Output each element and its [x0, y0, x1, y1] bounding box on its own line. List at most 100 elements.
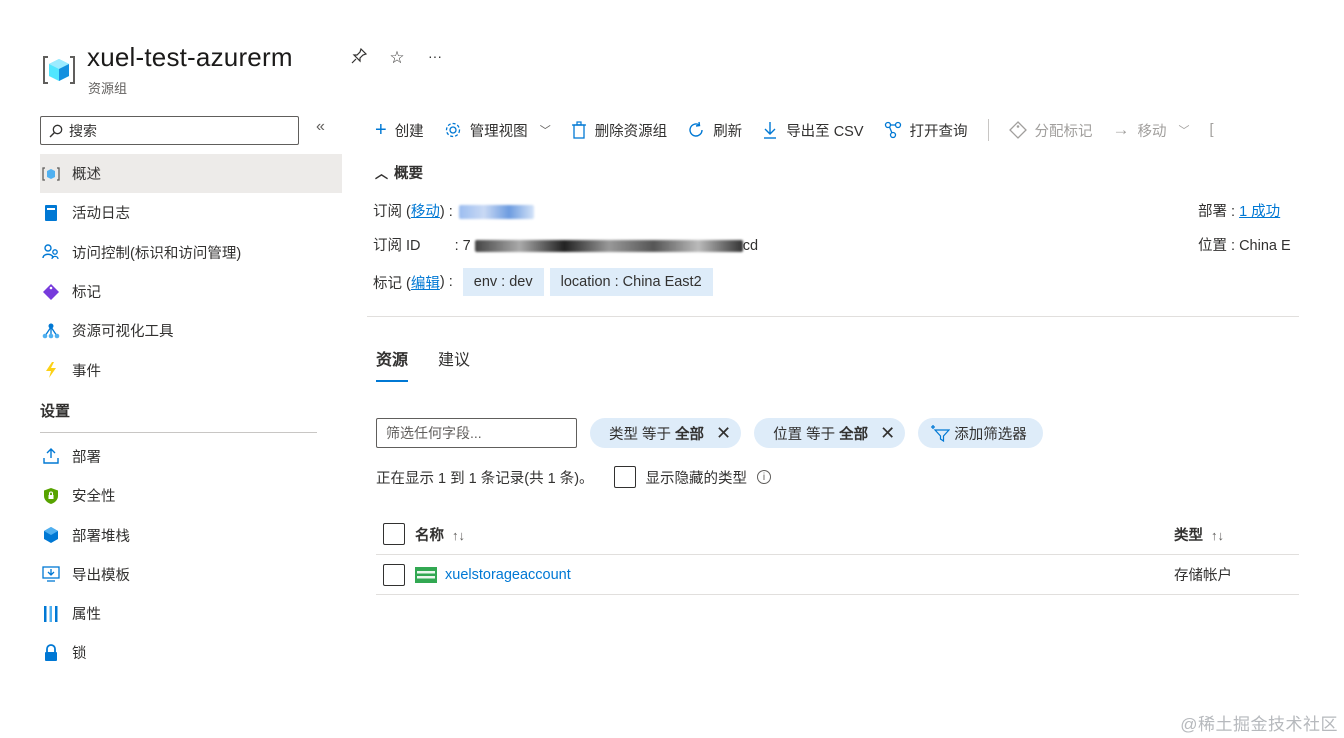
info-icon[interactable]: i	[757, 470, 772, 484]
plus-icon: +	[375, 118, 387, 141]
filter-input[interactable]: 筛选任何字段...	[376, 418, 577, 448]
sidebar-search-input[interactable]: 搜索	[40, 116, 299, 145]
refresh-icon	[689, 121, 703, 137]
sidebar-item-label: 活动日志	[72, 206, 130, 223]
row-checkbox[interactable]	[383, 563, 405, 586]
sidebar-item-visualizer[interactable]: 资源可视化工具	[40, 311, 342, 350]
sidebar-item-access-control[interactable]: 访问控制(标识和访问管理)	[40, 233, 342, 272]
section-divider	[40, 431, 317, 433]
gear-icon	[445, 122, 460, 138]
filter-bar: 筛选任何字段... 类型 等于 全部 ✕ 位置 等于 全部 ✕ 添加筛选器	[376, 418, 1043, 448]
tag-chip: env : dev	[462, 268, 544, 296]
search-placeholder: 搜索	[69, 122, 97, 139]
resources-table: 名称 ↑↓ 类型 ↑↓ xuelstorageaccount 存储帐户	[376, 514, 1299, 595]
more-commands-icon[interactable]: [	[1210, 122, 1214, 138]
manage-view-button[interactable]: 管理视图 ﹀	[444, 120, 551, 141]
search-icon	[49, 124, 63, 137]
column-header-name[interactable]: 名称 ↑↓	[415, 524, 465, 545]
location-row: 位置 : China E	[1198, 238, 1291, 254]
refresh-button[interactable]: 刷新	[687, 120, 742, 141]
move-button[interactable]: → 移动 ﹀	[1113, 120, 1190, 141]
sort-icon: ↑↓	[452, 527, 465, 543]
records-summary: 正在显示 1 到 1 条记录(共 1 条)。	[376, 470, 594, 487]
resource-tabs: 资源 建议	[376, 346, 470, 382]
sidebar-item-export-template[interactable]: 导出模板	[40, 555, 342, 594]
table-row: xuelstorageaccount 存储帐户	[376, 555, 1299, 595]
sidebar-item-label: 访问控制(标识和访问管理)	[72, 245, 242, 262]
blade-header: xuel-test-azurerm 资源组 ☆ ···	[40, 40, 1299, 100]
create-button[interactable]: + 创建	[375, 119, 424, 142]
column-header-type[interactable]: 类型 ↑↓	[1174, 524, 1224, 545]
show-hidden-label: 显示隐藏的类型	[645, 470, 748, 487]
arrow-right-icon: →	[1112, 120, 1130, 139]
export-template-icon	[42, 565, 60, 583]
section-settings: 设置	[40, 403, 71, 421]
sidebar: 搜索 « 概述 活动日志 访问控制(标识和访问管理) 标记 资源可视化工具 事件…	[40, 106, 342, 698]
sidebar-item-deployments[interactable]: 部署	[40, 437, 342, 476]
select-all-checkbox[interactable]	[383, 523, 405, 545]
show-hidden-checkbox[interactable]	[613, 466, 636, 488]
subscription-move-link[interactable]: 移动	[411, 204, 440, 220]
export-csv-button[interactable]: 导出至 CSV	[762, 120, 864, 141]
toolbar-divider	[987, 119, 989, 141]
subscription-id-redacted	[474, 240, 743, 253]
sidebar-item-deployment-stacks[interactable]: 部署堆栈	[40, 515, 342, 554]
collapse-sidebar-icon[interactable]: «	[316, 118, 325, 136]
open-query-button[interactable]: 打开查询	[884, 120, 968, 141]
overview-icon	[42, 165, 60, 183]
essentials-divider	[367, 316, 1299, 317]
deployments-link[interactable]: 1 成功	[1239, 204, 1280, 220]
add-filter-button[interactable]: 添加筛选器	[918, 418, 1043, 448]
sidebar-item-activity-log[interactable]: 活动日志	[40, 193, 342, 232]
tags-row: 标记 (编辑) : env : dev location : China Eas…	[373, 268, 719, 296]
subscription-id-row: 订阅 ID : 7 cd	[373, 238, 759, 254]
tags-edit-link[interactable]: 编辑	[411, 272, 440, 293]
resource-group-icon	[43, 56, 75, 84]
sidebar-item-label: 安全性	[72, 489, 116, 506]
security-icon	[42, 487, 60, 505]
sidebar-nav: 概述 活动日志 访问控制(标识和访问管理) 标记 资源可视化工具 事件 设置 部…	[40, 154, 342, 673]
page-subtitle: 资源组	[88, 81, 128, 96]
location-filter-pill[interactable]: 位置 等于 全部 ✕	[754, 418, 906, 448]
lock-icon	[42, 644, 60, 662]
iam-icon	[42, 243, 60, 261]
download-icon	[764, 122, 777, 139]
resource-group-blade: xuel-test-azurerm 资源组 ☆ ··· 搜索 « 概述 活动日志…	[40, 40, 1299, 698]
more-icon[interactable]: ···	[424, 48, 446, 69]
visualizer-icon	[42, 322, 60, 340]
sidebar-item-label: 导出模板	[72, 567, 130, 584]
records-row: 正在显示 1 到 1 条记录(共 1 条)。 显示隐藏的类型 i	[376, 466, 772, 488]
close-icon[interactable]: ✕	[716, 423, 731, 444]
delete-rg-button[interactable]: 删除资源组	[571, 120, 667, 141]
sidebar-item-overview[interactable]: 概述	[40, 154, 342, 194]
tag-outline-icon	[1008, 121, 1027, 139]
assign-tags-button[interactable]: 分配标记	[1008, 120, 1093, 141]
activity-log-icon	[42, 204, 60, 222]
chevron-down-icon: ﹀	[539, 125, 551, 137]
sidebar-item-events[interactable]: 事件	[40, 350, 342, 389]
resource-type: 存储帐户	[1174, 568, 1232, 584]
close-icon[interactable]: ✕	[880, 423, 895, 444]
watermark: @稀土掘金技术社区	[1180, 715, 1338, 734]
sidebar-item-properties[interactable]: 属性	[40, 594, 342, 633]
pin-icon[interactable]	[348, 47, 370, 69]
essentials-toggle[interactable]: ︿ 概要	[375, 162, 423, 183]
add-filter-icon	[931, 425, 951, 442]
star-icon[interactable]: ☆	[386, 48, 408, 69]
resource-name-link[interactable]: xuelstorageaccount	[445, 567, 571, 583]
sidebar-item-locks[interactable]: 锁	[40, 633, 342, 672]
tab-recommendations[interactable]: 建议	[438, 346, 470, 382]
sidebar-item-label: 标记	[72, 285, 101, 302]
storage-account-icon	[415, 566, 437, 583]
deployments-row: 部署 : 1 成功	[1198, 204, 1281, 220]
tab-resources[interactable]: 资源	[376, 346, 409, 382]
properties-icon	[42, 605, 60, 623]
chevron-up-icon: ︿	[375, 166, 389, 181]
sidebar-item-tags[interactable]: 标记	[40, 272, 342, 311]
sidebar-item-label: 部署堆栈	[72, 528, 130, 545]
subscription-name-redacted[interactable]	[458, 205, 534, 220]
page-title: xuel-test-azurerm	[87, 42, 293, 72]
events-icon	[42, 361, 60, 379]
sidebar-item-security[interactable]: 安全性	[40, 476, 342, 515]
type-filter-pill[interactable]: 类型 等于 全部 ✕	[590, 418, 742, 448]
